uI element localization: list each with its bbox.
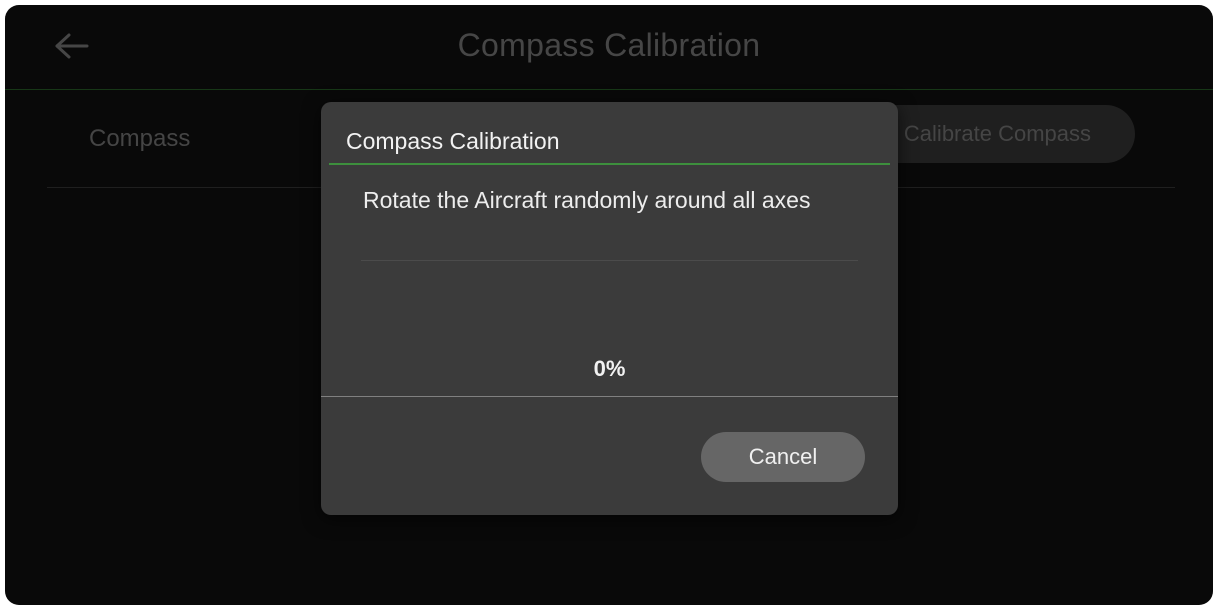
cancel-button[interactable]: Cancel (701, 432, 865, 482)
message-divider (361, 260, 858, 261)
app-screen: Compass Calibration Compass Calibrate Co… (5, 5, 1213, 605)
dialog-title: Compass Calibration (346, 128, 560, 154)
calibration-instruction: Rotate the Aircraft randomly around all … (363, 187, 811, 213)
calibration-dialog: Compass Calibration Rotate the Aircraft … (321, 102, 898, 515)
dialog-footer-divider (321, 396, 898, 397)
dialog-title-divider (329, 163, 890, 165)
calibration-progress: 0% (593, 356, 626, 381)
